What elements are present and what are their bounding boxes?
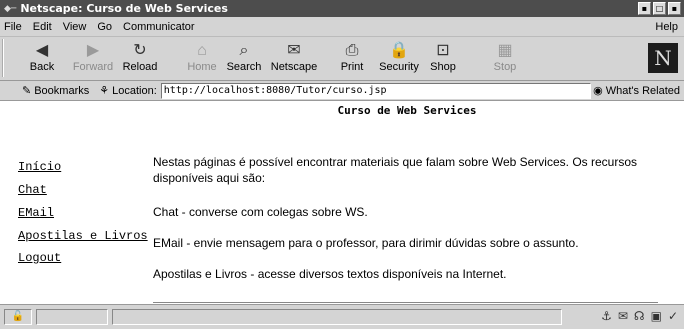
window-title: Netscape: Curso de Web Services xyxy=(20,2,228,15)
location-label: ⚘ Location: xyxy=(99,84,157,98)
page-content: Curso de Web Services Início Chat EMail … xyxy=(0,102,684,304)
search-button[interactable]: ⌕ Search xyxy=(224,41,264,73)
security-button[interactable]: 🔒 Security xyxy=(374,41,424,73)
nav-link-logout[interactable]: Logout xyxy=(18,251,61,265)
security-status-icon[interactable]: 🔓 xyxy=(4,309,32,325)
menu-help[interactable]: Help xyxy=(655,21,678,33)
window-menu-icon[interactable]: ◆─ xyxy=(4,4,16,14)
back-arrow-icon: ◀ xyxy=(35,42,49,59)
intro-paragraph: Nestas páginas é possível encontrar mate… xyxy=(153,155,637,185)
print-button[interactable]: ⎙ Print xyxy=(336,41,368,73)
url-input[interactable] xyxy=(160,82,591,99)
window-controls: ▪ □ ▪ xyxy=(638,2,681,15)
component-bar: ⚓ ✉ ☊ ▣ ✓ xyxy=(601,309,678,323)
whats-related-icon: ◉ xyxy=(593,85,603,97)
whats-related-button[interactable]: ◉ What's Related xyxy=(593,84,680,98)
status-bar: 🔓 ⚓ ✉ ☊ ▣ ✓ xyxy=(0,304,684,329)
navigator-icon[interactable]: ⚓ xyxy=(601,309,612,323)
forward-arrow-icon: ▶ xyxy=(86,42,100,59)
progress-bar xyxy=(36,309,108,325)
discussion-icon[interactable]: ☊ xyxy=(634,309,645,323)
shop-button[interactable]: ⊡ Shop xyxy=(428,41,458,73)
menu-file[interactable]: File xyxy=(4,21,22,33)
menu-go[interactable]: Go xyxy=(97,21,112,33)
stop-button[interactable]: ▦ Stop xyxy=(490,41,520,73)
netscape-logo[interactable]: N xyxy=(648,43,678,73)
menu-communicator[interactable]: Communicator xyxy=(123,21,195,33)
menu-edit[interactable]: Edit xyxy=(33,21,52,33)
netscape-icon: ✉ xyxy=(287,42,301,59)
nav-link-inicio[interactable]: Início xyxy=(18,160,61,174)
window-titlebar: ◆─ Netscape: Curso de Web Services ▪ □ ▪ xyxy=(0,0,684,17)
resource-item-apostilas: Apostilas e Livros - acesse diversos tex… xyxy=(153,267,507,281)
forward-button[interactable]: ▶ Forward xyxy=(68,41,118,73)
menu-view[interactable]: View xyxy=(63,21,87,33)
reload-button[interactable]: ↻ Reload xyxy=(120,41,160,73)
reload-icon: ↻ xyxy=(133,42,147,59)
nav-link-apostilas-livros[interactable]: Apostilas e Livros xyxy=(18,229,148,243)
close-button[interactable]: ▪ xyxy=(668,2,681,15)
resource-item-chat: Chat - converse com colegas sobre WS. xyxy=(153,205,368,219)
page-title: Curso de Web Services xyxy=(337,104,477,117)
composer-icon[interactable]: ▣ xyxy=(651,309,662,323)
menu-bar: File Edit View Go Communicator Help xyxy=(0,17,684,37)
mail-icon[interactable]: ✉ xyxy=(618,309,628,323)
nav-link-email[interactable]: EMail xyxy=(18,206,54,220)
back-button[interactable]: ◀ Back xyxy=(22,41,62,73)
home-button[interactable]: ⌂ Home xyxy=(182,41,222,73)
shop-icon: ⊡ xyxy=(436,42,450,59)
status-message xyxy=(112,309,562,325)
edit-icon[interactable]: ✓ xyxy=(668,309,678,323)
bookmarks-icon: ✎ xyxy=(22,85,32,97)
nav-link-chat[interactable]: Chat xyxy=(18,183,47,197)
print-icon: ⎙ xyxy=(345,42,359,59)
stop-icon: ▦ xyxy=(497,42,513,59)
search-icon: ⌕ xyxy=(239,42,249,59)
location-icon: ⚘ xyxy=(99,85,110,97)
location-toolbar: ✎Bookmarks ⚘Location: ◉What's Related xyxy=(0,81,684,101)
toolbar-grip[interactable] xyxy=(2,39,8,77)
security-lock-icon: 🔒 xyxy=(389,42,409,59)
navigation-toolbar: ◀ Back ▶ Forward ↻ Reload ⌂ Home ⌕ Search ✉ Ne… xyxy=(0,37,684,81)
home-icon: ⌂ xyxy=(197,42,207,59)
minimize-button[interactable]: ▪ xyxy=(638,2,651,15)
resource-item-email: EMail - envie mensagem para o professor,… xyxy=(153,236,579,250)
netscape-button[interactable]: ✉ Netscape xyxy=(268,41,320,73)
bookmarks-button[interactable]: ✎ Bookmarks xyxy=(22,84,89,98)
maximize-button[interactable]: □ xyxy=(653,2,666,15)
